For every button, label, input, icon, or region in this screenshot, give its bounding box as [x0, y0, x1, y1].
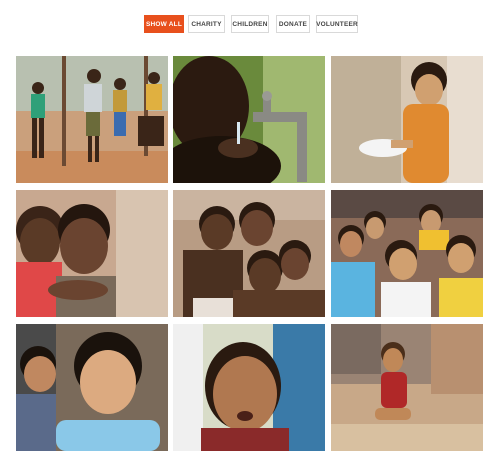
gallery-item-crowd-children[interactable] [331, 190, 483, 317]
filter-volunteer-button[interactable]: VOLUNTEER [316, 15, 358, 33]
photo-child-bowl [331, 56, 483, 183]
gallery-item-drinking-water[interactable] [173, 56, 325, 183]
photo-children-standing [16, 56, 168, 183]
photo-crying-toddler [173, 324, 325, 451]
filter-donate-button[interactable]: DONATE [276, 15, 310, 33]
gallery-item-children-hugging[interactable] [173, 190, 325, 317]
filter-charity-button[interactable]: CHARITY [188, 15, 225, 33]
gallery-item-girl-blue-shirt[interactable] [16, 324, 168, 451]
gallery-item-toddler-red-dress[interactable] [331, 324, 483, 451]
gallery-item-children-standing[interactable] [16, 56, 168, 183]
gallery-item-child-bowl[interactable] [331, 56, 483, 183]
photo-children-hugging [173, 190, 325, 317]
photo-crowd-children [331, 190, 483, 317]
photo-toddler-red-dress [331, 324, 483, 451]
filter-bar: SHOW ALL CHARITY CHILDREN DONATE VOLUNTE… [0, 15, 500, 33]
photo-drinking-water [173, 56, 325, 183]
gallery-item-crying-toddler[interactable] [173, 324, 325, 451]
filter-show-all-button[interactable]: SHOW ALL [144, 15, 184, 33]
photo-girl-blue-shirt [16, 324, 168, 451]
photo-two-children [16, 190, 168, 317]
filter-children-button[interactable]: CHILDREN [231, 15, 269, 33]
gallery-item-two-children[interactable] [16, 190, 168, 317]
